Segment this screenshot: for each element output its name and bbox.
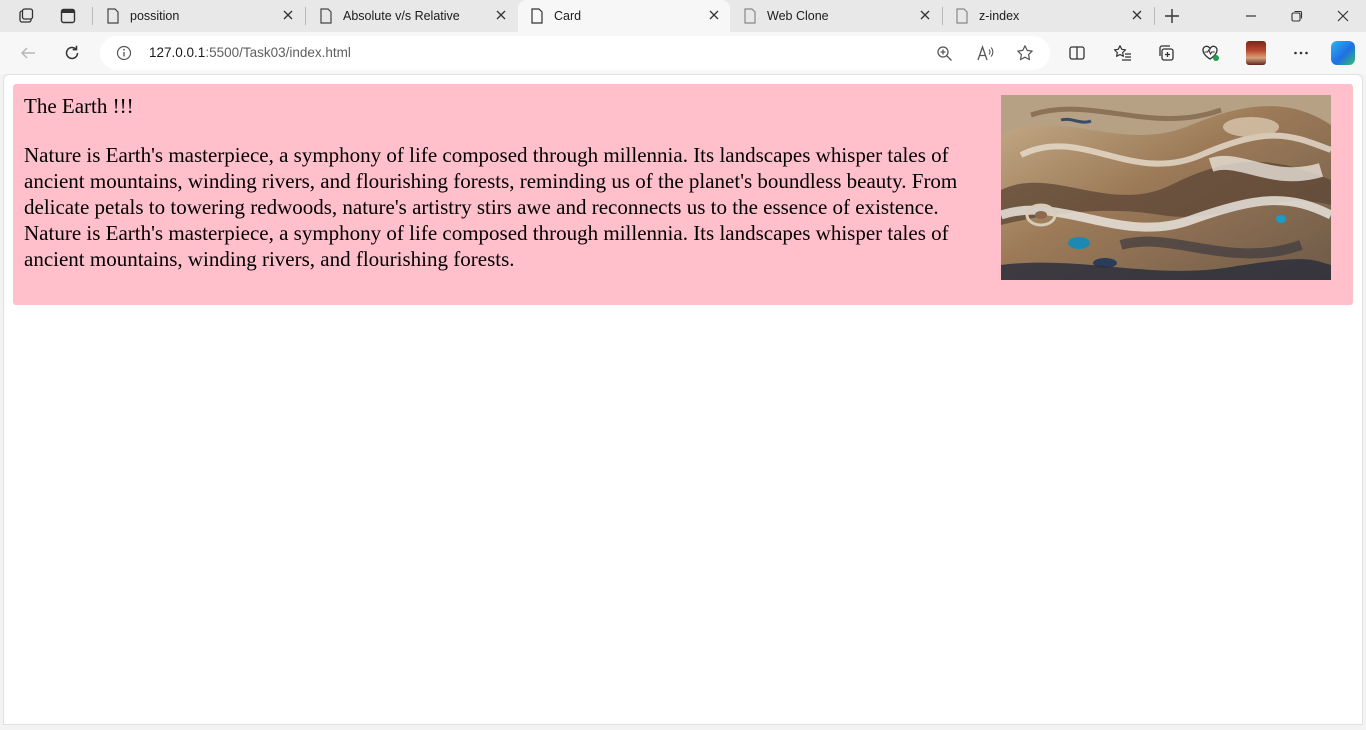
close-icon[interactable]: [919, 9, 931, 21]
tab-strip: possition Absolute v/s Relative Card Web…: [0, 0, 1366, 32]
tab-possition[interactable]: possition: [94, 0, 304, 32]
page-icon: [531, 8, 543, 24]
new-tab-button[interactable]: [1158, 3, 1186, 29]
more-icon: [1294, 51, 1308, 55]
restore-button[interactable]: [1274, 0, 1320, 32]
url-text[interactable]: 127.0.0.1:5500/Task03/index.html: [149, 45, 351, 60]
url-host: 127.0.0.1: [149, 45, 206, 60]
close-icon[interactable]: [708, 9, 720, 21]
settings-more-button[interactable]: [1285, 37, 1317, 69]
restore-icon: [1291, 10, 1303, 22]
favorites-list-icon: [1113, 45, 1131, 61]
earth-card: The Earth !!! Nature is Earth's masterpi…: [13, 84, 1353, 305]
card-title: The Earth !!!: [24, 94, 134, 118]
tab-z-index[interactable]: z-index: [943, 0, 1153, 32]
zoom-button[interactable]: [931, 41, 957, 65]
tab-absolute-vs-relative[interactable]: Absolute v/s Relative: [307, 0, 517, 32]
url-path: :5500/Task03/index.html: [205, 45, 351, 60]
profile-avatar[interactable]: [1246, 41, 1266, 65]
tab-label: z-index: [979, 9, 1020, 23]
page-icon: [744, 8, 756, 24]
page-icon: [320, 8, 332, 24]
collections-button[interactable]: [1150, 37, 1182, 69]
favorites-button[interactable]: [1106, 37, 1138, 69]
tab-label: Absolute v/s Relative: [343, 9, 460, 23]
tab-card[interactable]: Card: [518, 0, 730, 32]
card-text: Nature is Earth's masterpiece, a symphon…: [24, 143, 958, 271]
tab-label: Web Clone: [767, 9, 829, 23]
earth-satellite-image: [1001, 95, 1331, 280]
read-aloud-button[interactable]: [972, 41, 998, 65]
browser-toolbar: 127.0.0.1:5500/Task03/index.html: [0, 32, 1366, 74]
close-icon[interactable]: [1131, 9, 1143, 21]
window-bottom-edge: [0, 725, 1366, 730]
minimize-icon: [1246, 15, 1256, 17]
tab-actions-icon: [60, 8, 76, 24]
split-screen-button[interactable]: [1061, 37, 1093, 69]
page-viewport: The Earth !!! Nature is Earth's masterpi…: [3, 74, 1363, 725]
back-button[interactable]: [12, 37, 44, 69]
heart-pulse-icon: [1201, 45, 1219, 61]
page-icon: [956, 8, 968, 24]
minimize-button[interactable]: [1228, 0, 1274, 32]
workspaces-icon: [19, 8, 34, 23]
refresh-icon: [65, 45, 79, 60]
tab-label: possition: [130, 9, 180, 23]
close-icon[interactable]: [495, 9, 507, 21]
back-arrow-icon: [20, 47, 35, 59]
zoom-in-icon: [936, 45, 952, 61]
tab-web-clone[interactable]: Web Clone: [731, 0, 941, 32]
favorite-button[interactable]: [1012, 41, 1038, 65]
read-aloud-icon: [977, 44, 994, 60]
plus-icon: [1165, 9, 1179, 23]
close-window-button[interactable]: [1320, 0, 1366, 32]
address-bar[interactable]: 127.0.0.1:5500/Task03/index.html: [100, 36, 1050, 70]
star-icon: [1017, 45, 1033, 61]
workspaces-button[interactable]: [6, 0, 46, 32]
close-icon: [1337, 10, 1349, 22]
split-screen-icon: [1069, 46, 1085, 60]
browser-essentials-button[interactable]: [1194, 37, 1226, 69]
vertical-tabs-button[interactable]: [48, 0, 88, 32]
tab-label: Card: [554, 9, 582, 23]
collections-icon: [1159, 45, 1174, 61]
site-info-icon[interactable]: [116, 45, 132, 61]
page-icon: [107, 8, 119, 24]
refresh-button[interactable]: [56, 37, 88, 69]
close-icon[interactable]: [282, 9, 294, 21]
copilot-icon[interactable]: [1331, 41, 1355, 65]
